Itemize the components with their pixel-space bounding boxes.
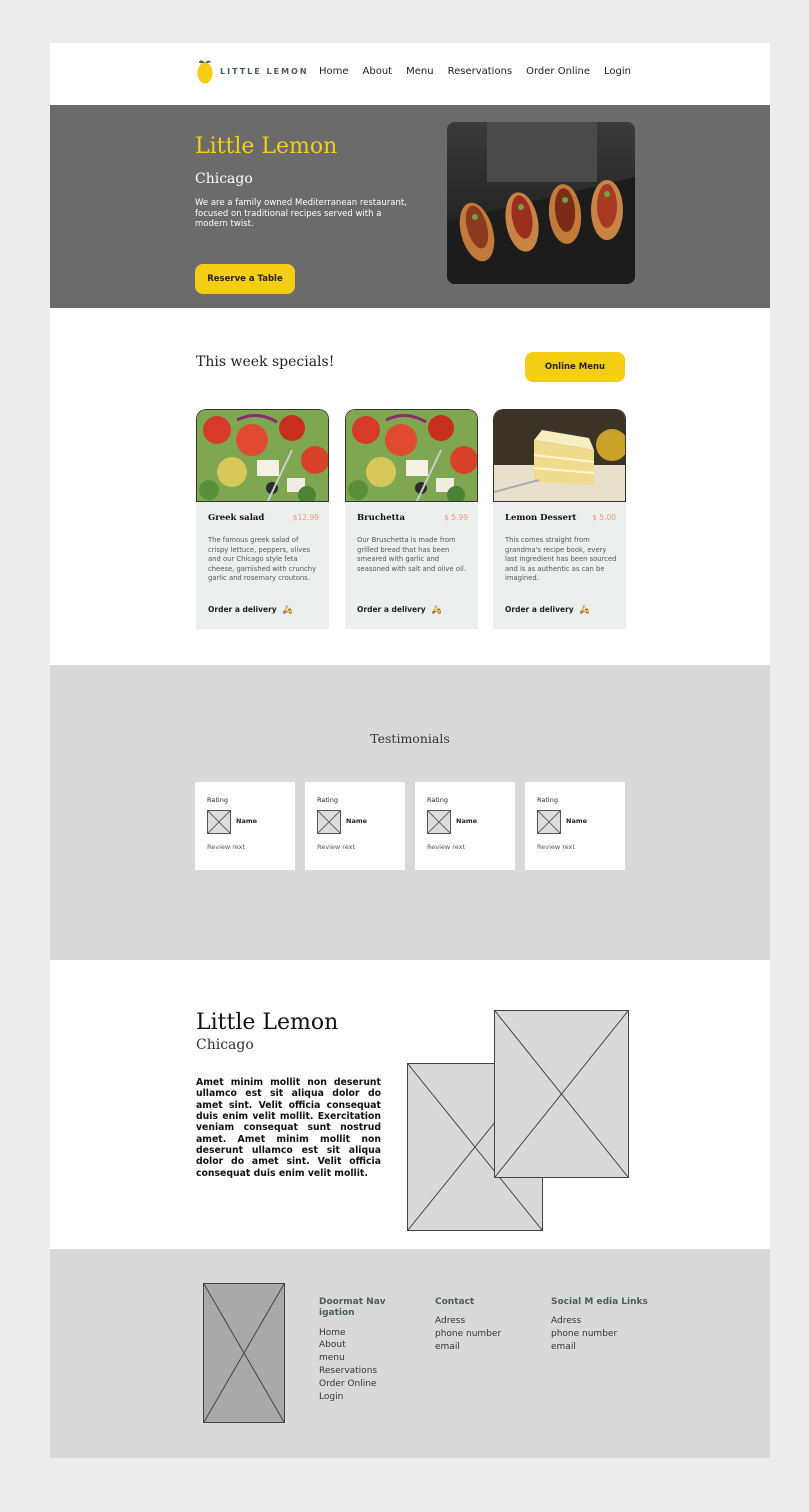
contact-email: email <box>435 1341 460 1352</box>
nav-home[interactable]: Home <box>319 66 349 77</box>
footer-nav-home[interactable]: Home <box>319 1327 394 1340</box>
about-city: Chicago <box>196 1037 254 1053</box>
review-text: Review rext <box>537 843 576 851</box>
contact-phone: phone number <box>435 1329 502 1340</box>
footer-social-heading: Social M edia Links <box>551 1297 648 1307</box>
footer-contact-column: Contact Adress phone number email <box>435 1297 535 1354</box>
footer-logo-placeholder <box>203 1283 285 1423</box>
lemon-dessert-image <box>493 409 626 502</box>
site-footer: Doormat Nav igation Home About menu Rese… <box>50 1249 770 1458</box>
hero-city: Chicago <box>195 171 253 187</box>
footer-social-column: Social M edia Links Adress phone number … <box>551 1297 666 1354</box>
review-text: Review rext <box>317 843 356 851</box>
order-delivery-label: Order a delivery <box>357 605 426 614</box>
online-menu-button[interactable]: Online Menu <box>525 352 625 382</box>
dish-name: Lemon Dessert <box>505 513 577 523</box>
nav-login[interactable]: Login <box>604 66 631 77</box>
special-card[interactable]: Greek salad $12.99 The famous greek sala… <box>196 409 329 629</box>
testimonials-title: Testimonials <box>370 731 450 746</box>
dish-description: The famous greek salad of crispy lettuce… <box>208 536 317 583</box>
order-delivery-label: Order a delivery <box>505 605 574 614</box>
dish-description: Our Bruschetta is made from grilled brea… <box>357 536 466 573</box>
about-title: Little Lemon <box>196 1010 339 1035</box>
footer-nav-order-online[interactable]: Order Online <box>319 1378 394 1391</box>
dish-price: $12.99 <box>292 513 319 522</box>
logo[interactable]: LITTLE LEMON <box>196 58 309 85</box>
reviewer-name: Name <box>566 817 588 825</box>
reserve-table-button[interactable]: Reserve a Table <box>195 264 295 294</box>
avatar <box>427 810 451 834</box>
nav-reservations[interactable]: Reservations <box>448 66 513 77</box>
testimonial-card: Rating Name Review rext <box>195 782 295 870</box>
reviewer-name: Name <box>236 817 258 825</box>
nav-menu[interactable]: Menu <box>406 66 433 77</box>
order-delivery-label: Order a delivery <box>208 605 277 614</box>
site-header: LITTLE LEMON Home About Menu Reservation… <box>50 43 770 105</box>
footer-nav-about[interactable]: About <box>319 1339 394 1352</box>
greek-salad-image <box>196 409 329 502</box>
order-delivery-link[interactable]: Order a delivery 🛵 <box>357 605 442 614</box>
avatar <box>317 810 341 834</box>
about-text: Amet minim mollit non deserunt ullamco e… <box>196 1077 381 1179</box>
specials-title: This week specials! <box>196 354 335 370</box>
special-card[interactable]: Lemon Dessert $ 5.00 This comes straight… <box>493 409 626 629</box>
page: LITTLE LEMON Home About Menu Reservation… <box>50 43 770 1458</box>
rating: Rating <box>427 796 448 804</box>
social-address[interactable]: Adress <box>551 1315 666 1328</box>
bruchetta-image <box>345 409 478 502</box>
avatar <box>207 810 231 834</box>
footer-contact-heading: Contact <box>435 1297 475 1307</box>
nav-about[interactable]: About <box>363 66 393 77</box>
hero-title: Little Lemon <box>195 134 338 159</box>
testimonial-card: Rating Name Review rext <box>415 782 515 870</box>
rating: Rating <box>317 796 338 804</box>
dish-description: This comes straight from grandma's recip… <box>505 536 617 583</box>
avatar <box>537 810 561 834</box>
logo-text: LITTLE LEMON <box>220 67 309 76</box>
footer-nav-column: Doormat Nav igation Home About menu Rese… <box>319 1297 394 1404</box>
scooter-icon: 🛵 <box>282 605 293 614</box>
footer-nav-login[interactable]: Login <box>319 1391 394 1404</box>
footer-nav-menu[interactable]: menu <box>319 1352 394 1365</box>
dish-price: $ 5.99 <box>444 513 468 522</box>
lemon-logo-icon <box>197 60 213 84</box>
nav-order-online[interactable]: Order Online <box>526 66 590 77</box>
footer-nav-reservations[interactable]: Reservations <box>319 1365 394 1378</box>
order-delivery-link[interactable]: Order a delivery 🛵 <box>208 605 293 614</box>
testimonial-card: Rating Name Review rext <box>525 782 625 870</box>
bruschetta-platter-image <box>447 122 635 284</box>
reviewer-name: Name <box>456 817 478 825</box>
testimonials-section: Testimonials Rating Name Review rext Rat… <box>50 665 770 960</box>
scooter-icon: 🛵 <box>579 605 590 614</box>
footer-nav-heading: Doormat Nav igation <box>319 1297 386 1319</box>
special-card[interactable]: Bruchetta $ 5.99 Our Bruschetta is made … <box>345 409 478 629</box>
social-email[interactable]: email <box>551 1341 666 1354</box>
contact-address: Adress <box>435 1316 466 1327</box>
image-placeholder <box>494 1010 629 1178</box>
testimonial-card: Rating Name Review rext <box>305 782 405 870</box>
dish-name: Bruchetta <box>357 513 405 523</box>
hero-section: Little Lemon Chicago We are a family own… <box>50 105 770 308</box>
review-text: Review rext <box>427 843 466 851</box>
review-text: Review rext <box>207 843 246 851</box>
main-nav: Home About Menu Reservations Order Onlin… <box>319 66 645 77</box>
reviewer-name: Name <box>346 817 368 825</box>
dish-name: Greek salad <box>208 513 265 523</box>
rating: Rating <box>537 796 558 804</box>
hero-description: We are a family owned Mediterranean rest… <box>195 198 407 230</box>
social-phone[interactable]: phone number <box>551 1328 666 1341</box>
hero-image <box>447 122 635 284</box>
rating: Rating <box>207 796 228 804</box>
dish-price: $ 5.00 <box>592 513 616 522</box>
scooter-icon: 🛵 <box>431 605 442 614</box>
order-delivery-link[interactable]: Order a delivery 🛵 <box>505 605 590 614</box>
